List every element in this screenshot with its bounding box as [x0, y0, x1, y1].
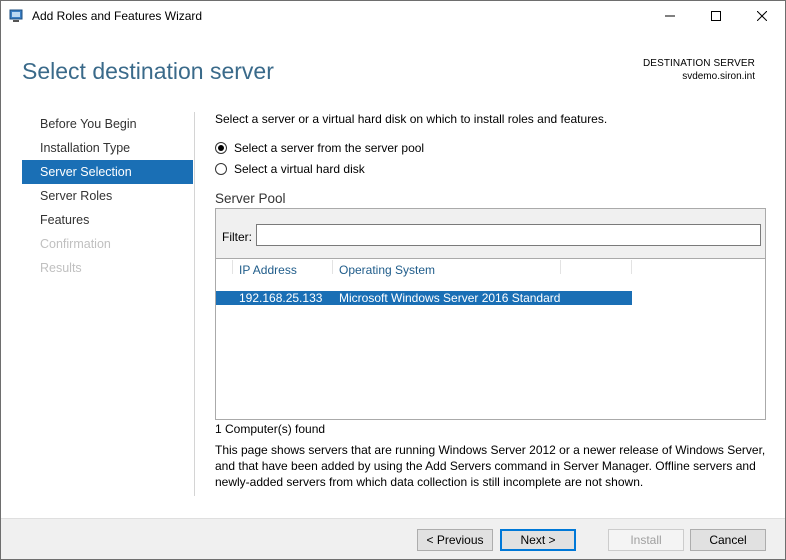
destination-server-label: DESTINATION SERVER — [642, 58, 755, 69]
wizard-nav: Before You Begin Installation Type Serve… — [22, 112, 193, 280]
vhd-radio[interactable] — [215, 163, 227, 175]
nav-item-installation-type[interactable]: Installation Type — [22, 136, 193, 160]
close-button[interactable] — [739, 1, 785, 31]
nav-item-features[interactable]: Features — [22, 208, 193, 232]
nav-item-server-selection[interactable]: Server Selection — [22, 160, 193, 184]
next-button[interactable]: Next > — [500, 529, 576, 551]
server-manager-icon — [9, 9, 23, 23]
wizard-footer: < Previous Next > Install Cancel — [1, 518, 785, 559]
title-bar[interactable]: Add Roles and Features Wizard — [1, 1, 785, 31]
filter-input[interactable] — [256, 224, 761, 246]
column-header-operating-system[interactable]: Operating System — [333, 259, 435, 285]
description-text: This page shows servers that are running… — [215, 443, 766, 489]
maximize-button[interactable] — [693, 1, 739, 31]
column-separator — [631, 260, 632, 274]
server-pool-panel: Filter: IP Address Operating System 192.… — [215, 208, 766, 420]
destination-server-value: svdemo.siron.int — [682, 71, 755, 82]
nav-divider — [194, 112, 195, 496]
previous-button[interactable]: < Previous — [417, 529, 493, 551]
computers-found-count: 1 Computer(s) found — [215, 422, 326, 436]
wizard-window: Add Roles and Features Wizard Select des… — [0, 0, 786, 560]
server-grid: IP Address Operating System 192.168.25.1… — [216, 258, 765, 419]
column-header-ip-address[interactable]: IP Address — [233, 259, 297, 285]
vhd-radio-option[interactable]: Select a virtual hard disk — [215, 162, 365, 176]
install-button: Install — [608, 529, 684, 551]
table-row[interactable]: 192.168.25.133 Microsoft Windows Server … — [216, 291, 632, 305]
nav-item-server-roles[interactable]: Server Roles — [22, 184, 193, 208]
cancel-button[interactable]: Cancel — [690, 529, 766, 551]
page-title: Select destination server — [22, 58, 274, 84]
vhd-radio-label: Select a virtual hard disk — [234, 162, 365, 176]
instruction-text: Select a server or a virtual hard disk o… — [215, 112, 608, 126]
minimize-button[interactable] — [647, 1, 693, 31]
nav-item-before-you-begin[interactable]: Before You Begin — [22, 112, 193, 136]
cell-ip-address: 192.168.25.133 — [239, 291, 323, 305]
server-pool-radio-label: Select a server from the server pool — [234, 141, 425, 155]
server-pool-radio[interactable] — [215, 142, 227, 154]
grid-header: IP Address Operating System — [216, 259, 632, 285]
nav-item-results: Results — [40, 261, 82, 275]
nav-item-confirmation: Confirmation — [40, 237, 111, 251]
server-pool-radio-option[interactable]: Select a server from the server pool — [215, 141, 424, 155]
filter-label: Filter: — [222, 230, 252, 244]
window-title: Add Roles and Features Wizard — [32, 9, 203, 23]
server-pool-title: Server Pool — [215, 191, 286, 206]
cell-operating-system: Microsoft Windows Server 2016 Standard — [339, 291, 561, 305]
radio-selected-dot — [218, 145, 224, 151]
column-separator — [560, 260, 561, 274]
